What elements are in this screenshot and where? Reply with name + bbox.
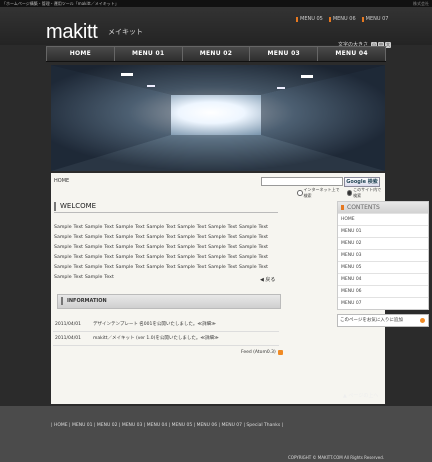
top-menu: MENU 05 MENU 06 MENU 07	[296, 16, 388, 22]
body-text: Sample Text Sample Text Sample Text Samp…	[54, 225, 268, 280]
nav-tab-menu-03[interactable]: MENU 03	[249, 47, 317, 61]
bullet-icon	[361, 16, 364, 22]
radio-icon	[297, 190, 303, 196]
site-logo[interactable]: makitt	[46, 21, 98, 44]
news-row[interactable]: 2011/04/01 makitt／メイキット (ver 1.0)を公開いたしま…	[53, 333, 279, 346]
nav-tab-menu-04[interactable]: MENU 04	[317, 47, 386, 61]
tunnel-photo	[51, 65, 385, 171]
news-row[interactable]: 2011/04/01 デザインテンプレート 名001を公開いたしました。≪詳細≫	[53, 319, 279, 332]
sidebar-item-menu-05[interactable]: MENU 05	[338, 261, 428, 273]
top-bar: 「ホームページ構築・管理・運用ツール「makitt／メイキット」 株式会社	[0, 0, 432, 7]
bullet-icon	[341, 205, 344, 210]
feed-link[interactable]: Feed (Atom0.3)	[241, 350, 283, 355]
back-link[interactable]: ◀ 戻る	[260, 276, 275, 283]
sidebar-item-menu-04[interactable]: MENU 04	[338, 273, 428, 285]
sidebar-item-menu-01[interactable]: MENU 01	[338, 225, 428, 237]
nav-tab-menu-01[interactable]: MENU 01	[113, 47, 182, 61]
favorite-icon	[420, 318, 425, 323]
radio-selected-icon	[346, 190, 353, 196]
title-bar-icon	[54, 201, 56, 211]
search-scope: インターネット上で検索 このサイト内で検索	[297, 187, 385, 199]
sidebar-item-menu-03[interactable]: MENU 03	[338, 249, 428, 261]
sidebar-item-home[interactable]: HOME	[338, 213, 428, 225]
site-logo-sub: メイキット	[108, 28, 143, 36]
site-header: makitt メイキット MENU 05 MENU 06 MENU 07 文字の…	[0, 7, 432, 48]
title-bar-icon	[61, 296, 63, 305]
news-date: 2011/04/01	[55, 336, 81, 341]
hero-image	[51, 65, 385, 171]
sidebar-title: CONTENTS	[338, 202, 428, 213]
page-top-link[interactable]: ▲ ページの上へ	[343, 392, 378, 399]
copyright: COPYRIGHT © MAKITT.COM All Rights Reserv…	[288, 455, 385, 460]
rss-icon	[277, 350, 283, 355]
add-favorite-button[interactable]: このページをお気に入りに追加	[337, 314, 429, 327]
site-footer: | HOME | MENU 01 | MENU 02 | MENU 03 | M…	[0, 406, 432, 462]
news-text[interactable]: デザインテンプレート 名001を公開いたしました。≪詳細≫	[93, 319, 216, 331]
search-scope-web[interactable]: インターネット上で検索	[297, 187, 343, 199]
news-text[interactable]: makitt／メイキット (ver 1.0)を公開いたしました。≪詳細≫	[93, 333, 219, 345]
bullet-icon	[296, 16, 298, 22]
search-scope-site[interactable]: このサイト内で検索	[346, 187, 385, 199]
company-label: 株式会社	[413, 1, 429, 6]
sidebar-item-menu-02[interactable]: MENU 02	[338, 237, 428, 249]
sidebar-item-menu-06[interactable]: MENU 06	[338, 285, 428, 297]
search-button[interactable]: Google 検索	[344, 177, 380, 187]
sidebar-item-menu-07[interactable]: MENU 07	[338, 297, 428, 309]
top-menu-item-06[interactable]: MENU 06	[328, 16, 356, 22]
top-menu-item-05[interactable]: MENU 05	[296, 16, 323, 22]
contents-sidebar: CONTENTS HOME MENU 01 MENU 02 MENU 03 ME…	[337, 201, 429, 310]
site-tagline: 「ホームページ構築・管理・運用ツール「makitt／メイキット」	[2, 1, 119, 6]
bullet-icon	[328, 16, 331, 22]
nav-tab-home[interactable]: HOME	[46, 47, 114, 61]
main-nav: HOME MENU 01 MENU 02 MENU 03 MENU 04	[46, 46, 386, 62]
nav-tab-menu-02[interactable]: MENU 02	[181, 47, 250, 61]
page-title: WELCOME	[54, 201, 278, 213]
footer-links[interactable]: | HOME | MENU 01 | MENU 02 | MENU 03 | M…	[51, 423, 283, 428]
information-header: INFORMATION	[57, 294, 281, 309]
news-date: 2011/04/01	[55, 322, 81, 327]
search-input[interactable]	[261, 177, 343, 186]
top-menu-item-07[interactable]: MENU 07	[361, 16, 388, 22]
content-area: HOME Google 検索 インターネット上で検索 このサイト内で検索 WEL…	[51, 173, 429, 404]
breadcrumb[interactable]: HOME	[54, 178, 69, 184]
